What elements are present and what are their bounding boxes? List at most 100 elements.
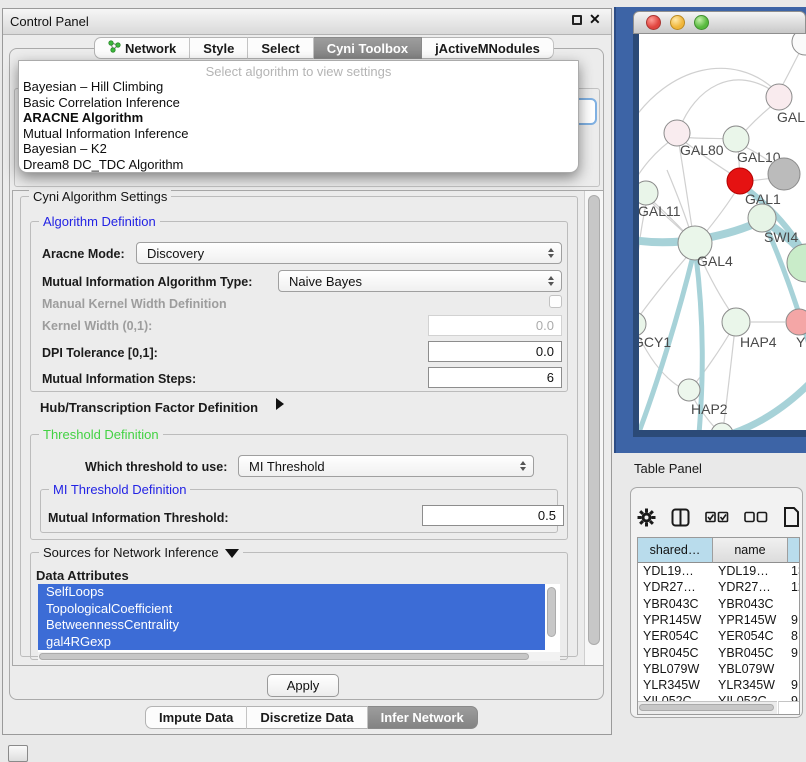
tab-impute-data[interactable]: Impute Data	[145, 706, 247, 729]
network-node[interactable]	[792, 34, 806, 55]
algorithm-dropdown-popup: Select algorithm to view settings Bayesi…	[18, 60, 579, 173]
table-row[interactable]: YBR045CYBR045C9.	[638, 645, 800, 661]
algorithm-option-basic-correlation-inference[interactable]: Basic Correlation Inference	[19, 95, 578, 111]
tab-network[interactable]: Network	[94, 37, 190, 59]
gear-icon[interactable]	[637, 508, 656, 527]
attribute-list-vertical-scrollbar[interactable]	[545, 585, 559, 651]
kernel-width-label: Kernel Width (0,1):	[42, 319, 152, 333]
network-canvas[interactable]: GALGAL80GAL10GAL1GAL11SWI4GAL4GCY1HAP4YH…	[639, 34, 806, 430]
control-panel-tabbar: NetworkStyleSelectCyni Toolbox jActiveMNo…	[94, 37, 554, 59]
table-row[interactable]: YLR345WYLR345W9.	[638, 677, 800, 693]
network-node-y[interactable]	[786, 309, 806, 335]
dpi-tolerance-field[interactable]: 0.0	[428, 341, 562, 362]
attribute-list-scrollbar-thumb[interactable]	[547, 587, 556, 637]
table-cell: 9.	[788, 612, 800, 628]
table-horizontal-scrollbar[interactable]	[638, 701, 777, 714]
network-node-gal11[interactable]	[639, 181, 658, 205]
network-node-gal[interactable]	[766, 84, 792, 110]
attribute-option-betweennesscentrality[interactable]: BetweennessCentrality	[38, 617, 545, 634]
close-light-icon[interactable]	[646, 15, 661, 30]
network-node-hap4[interactable]	[722, 308, 750, 336]
tab-label: Discretize Data	[260, 710, 353, 725]
table-toolbar	[637, 505, 801, 529]
kernel-width-field[interactable]: 0.0	[428, 315, 562, 336]
expander-arrow-icon[interactable]	[276, 398, 284, 410]
table-scroll-corner	[778, 701, 799, 714]
which-threshold-combo[interactable]: MI Threshold	[238, 455, 534, 477]
algorithm-option-aracne-algorithm[interactable]: ARACNE Algorithm	[19, 110, 578, 126]
panel-icon[interactable]	[783, 506, 801, 528]
hub-expander-label[interactable]: Hub/Transcription Factor Definition	[40, 400, 258, 415]
tab-infer-network[interactable]: Infer Network	[368, 706, 478, 729]
dock-panel-icon[interactable]	[8, 745, 28, 762]
manual-kernel-width-checkbox[interactable]	[549, 295, 562, 308]
table-hscrollbar-thumb[interactable]	[639, 704, 774, 711]
algorithm-option-dream8-dc-tdc-algorithm[interactable]: Dream8 DC_TDC Algorithm	[19, 157, 578, 173]
node-label: GCY1	[639, 334, 671, 350]
attribute-option-gal4rgexp[interactable]: gal4RGexp	[38, 634, 545, 651]
table-row[interactable]: YBR043CYBR043C	[638, 596, 800, 612]
table-row[interactable]: YBL079WYBL079W	[638, 661, 800, 677]
apply-button[interactable]: Apply	[267, 674, 339, 697]
attribute-list-horizontal-scrollbar[interactable]	[38, 652, 560, 661]
attribute-option-topologicalcoefficient[interactable]: TopologicalCoefficient	[38, 601, 545, 618]
column-header-shared[interactable]: shared…	[638, 538, 713, 563]
table-cell: YBR045C	[638, 645, 713, 661]
settings-vertical-scrollbar[interactable]	[584, 191, 603, 665]
network-icon	[108, 40, 121, 56]
close-icon[interactable]: ✕	[589, 11, 601, 28]
minimize-light-icon[interactable]	[670, 15, 685, 30]
network-window-titlebar[interactable]	[633, 11, 806, 34]
data-attributes-list: SelfLoopsTopologicalCoefficientBetweenne…	[38, 584, 560, 652]
algorithm-option-mutual-information-inference[interactable]: Mutual Information Inference	[19, 126, 578, 142]
table-row[interactable]: YDR27…YDR27…12	[638, 579, 800, 595]
table-panel: shared…nameA YDL19…YDL19…13YDR27…YDR27…1…	[630, 487, 803, 718]
mi-algorithm-type-combo[interactable]: Naive Bayes	[278, 270, 562, 292]
column-header-a[interactable]: A	[788, 538, 800, 563]
tab-style[interactable]: Style	[190, 37, 248, 59]
aracne-mode-combo[interactable]: Discovery	[136, 242, 562, 264]
table-row[interactable]: YPR145WYPR145W9.	[638, 612, 800, 628]
tab-label: jActiveMNodules	[435, 41, 540, 56]
table-row[interactable]: YDL19…YDL19…13	[638, 563, 800, 579]
tab-select[interactable]: Select	[248, 37, 313, 59]
algorithm-dropdown-placeholder: Select algorithm to view settings	[19, 61, 578, 79]
column-header-name[interactable]: name	[713, 538, 788, 563]
settings-scrollbar-thumb[interactable]	[588, 195, 600, 645]
combo-stepper-icon	[541, 248, 561, 258]
network-node[interactable]	[768, 158, 800, 190]
control-panel-titlebar[interactable]	[3, 9, 611, 35]
select-checkboxes-icon[interactable]	[705, 511, 729, 523]
aracne-mode-value: Discovery	[137, 246, 541, 261]
network-node-hap2[interactable]	[678, 379, 700, 401]
mi-threshold-field[interactable]: 0.5	[422, 505, 564, 526]
deselect-checkboxes-icon[interactable]	[744, 511, 768, 523]
split-columns-icon[interactable]	[671, 508, 690, 527]
tab-jactivemnodules[interactable]: jActiveMNodules	[422, 37, 554, 59]
table-cell: YBL079W	[638, 661, 713, 677]
network-node-gcy1[interactable]	[639, 312, 646, 336]
table-cell: YBL079W	[713, 661, 788, 677]
float-icon[interactable]	[572, 15, 582, 25]
attribute-list-hscrollbar-thumb[interactable]	[39, 653, 529, 660]
network-node[interactable]	[787, 244, 806, 282]
threshold-definition-title: Threshold Definition	[39, 427, 163, 442]
algorithm-option-bayesian-k2[interactable]: Bayesian – K2	[19, 141, 578, 157]
tab-discretize-data[interactable]: Discretize Data	[247, 706, 367, 729]
dpi-tolerance-label: DPI Tolerance [0,1]:	[42, 346, 158, 360]
tab-label: Infer Network	[381, 710, 464, 725]
attribute-option-selfloops[interactable]: SelfLoops	[38, 584, 545, 601]
zoom-light-icon[interactable]	[694, 15, 709, 30]
table-cell: YDL19…	[638, 563, 713, 579]
network-node[interactable]	[711, 423, 733, 430]
mi-steps-field[interactable]: 6	[428, 367, 562, 388]
combo-stepper-icon	[541, 276, 561, 286]
tab-cyni-toolbox[interactable]: Cyni Toolbox	[314, 37, 422, 59]
table-row[interactable]: YER054CYER054C8.	[638, 628, 800, 644]
table-cell: 12	[788, 579, 800, 595]
tab-label: Impute Data	[159, 710, 233, 725]
algorithm-option-bayesian-hill-climbing[interactable]: Bayesian – Hill Climbing	[19, 79, 578, 95]
table-cell: YLR345W	[713, 677, 788, 693]
mi-algorithm-type-label: Mutual Information Algorithm Type:	[42, 275, 252, 289]
network-node-swi4[interactable]	[748, 204, 776, 232]
